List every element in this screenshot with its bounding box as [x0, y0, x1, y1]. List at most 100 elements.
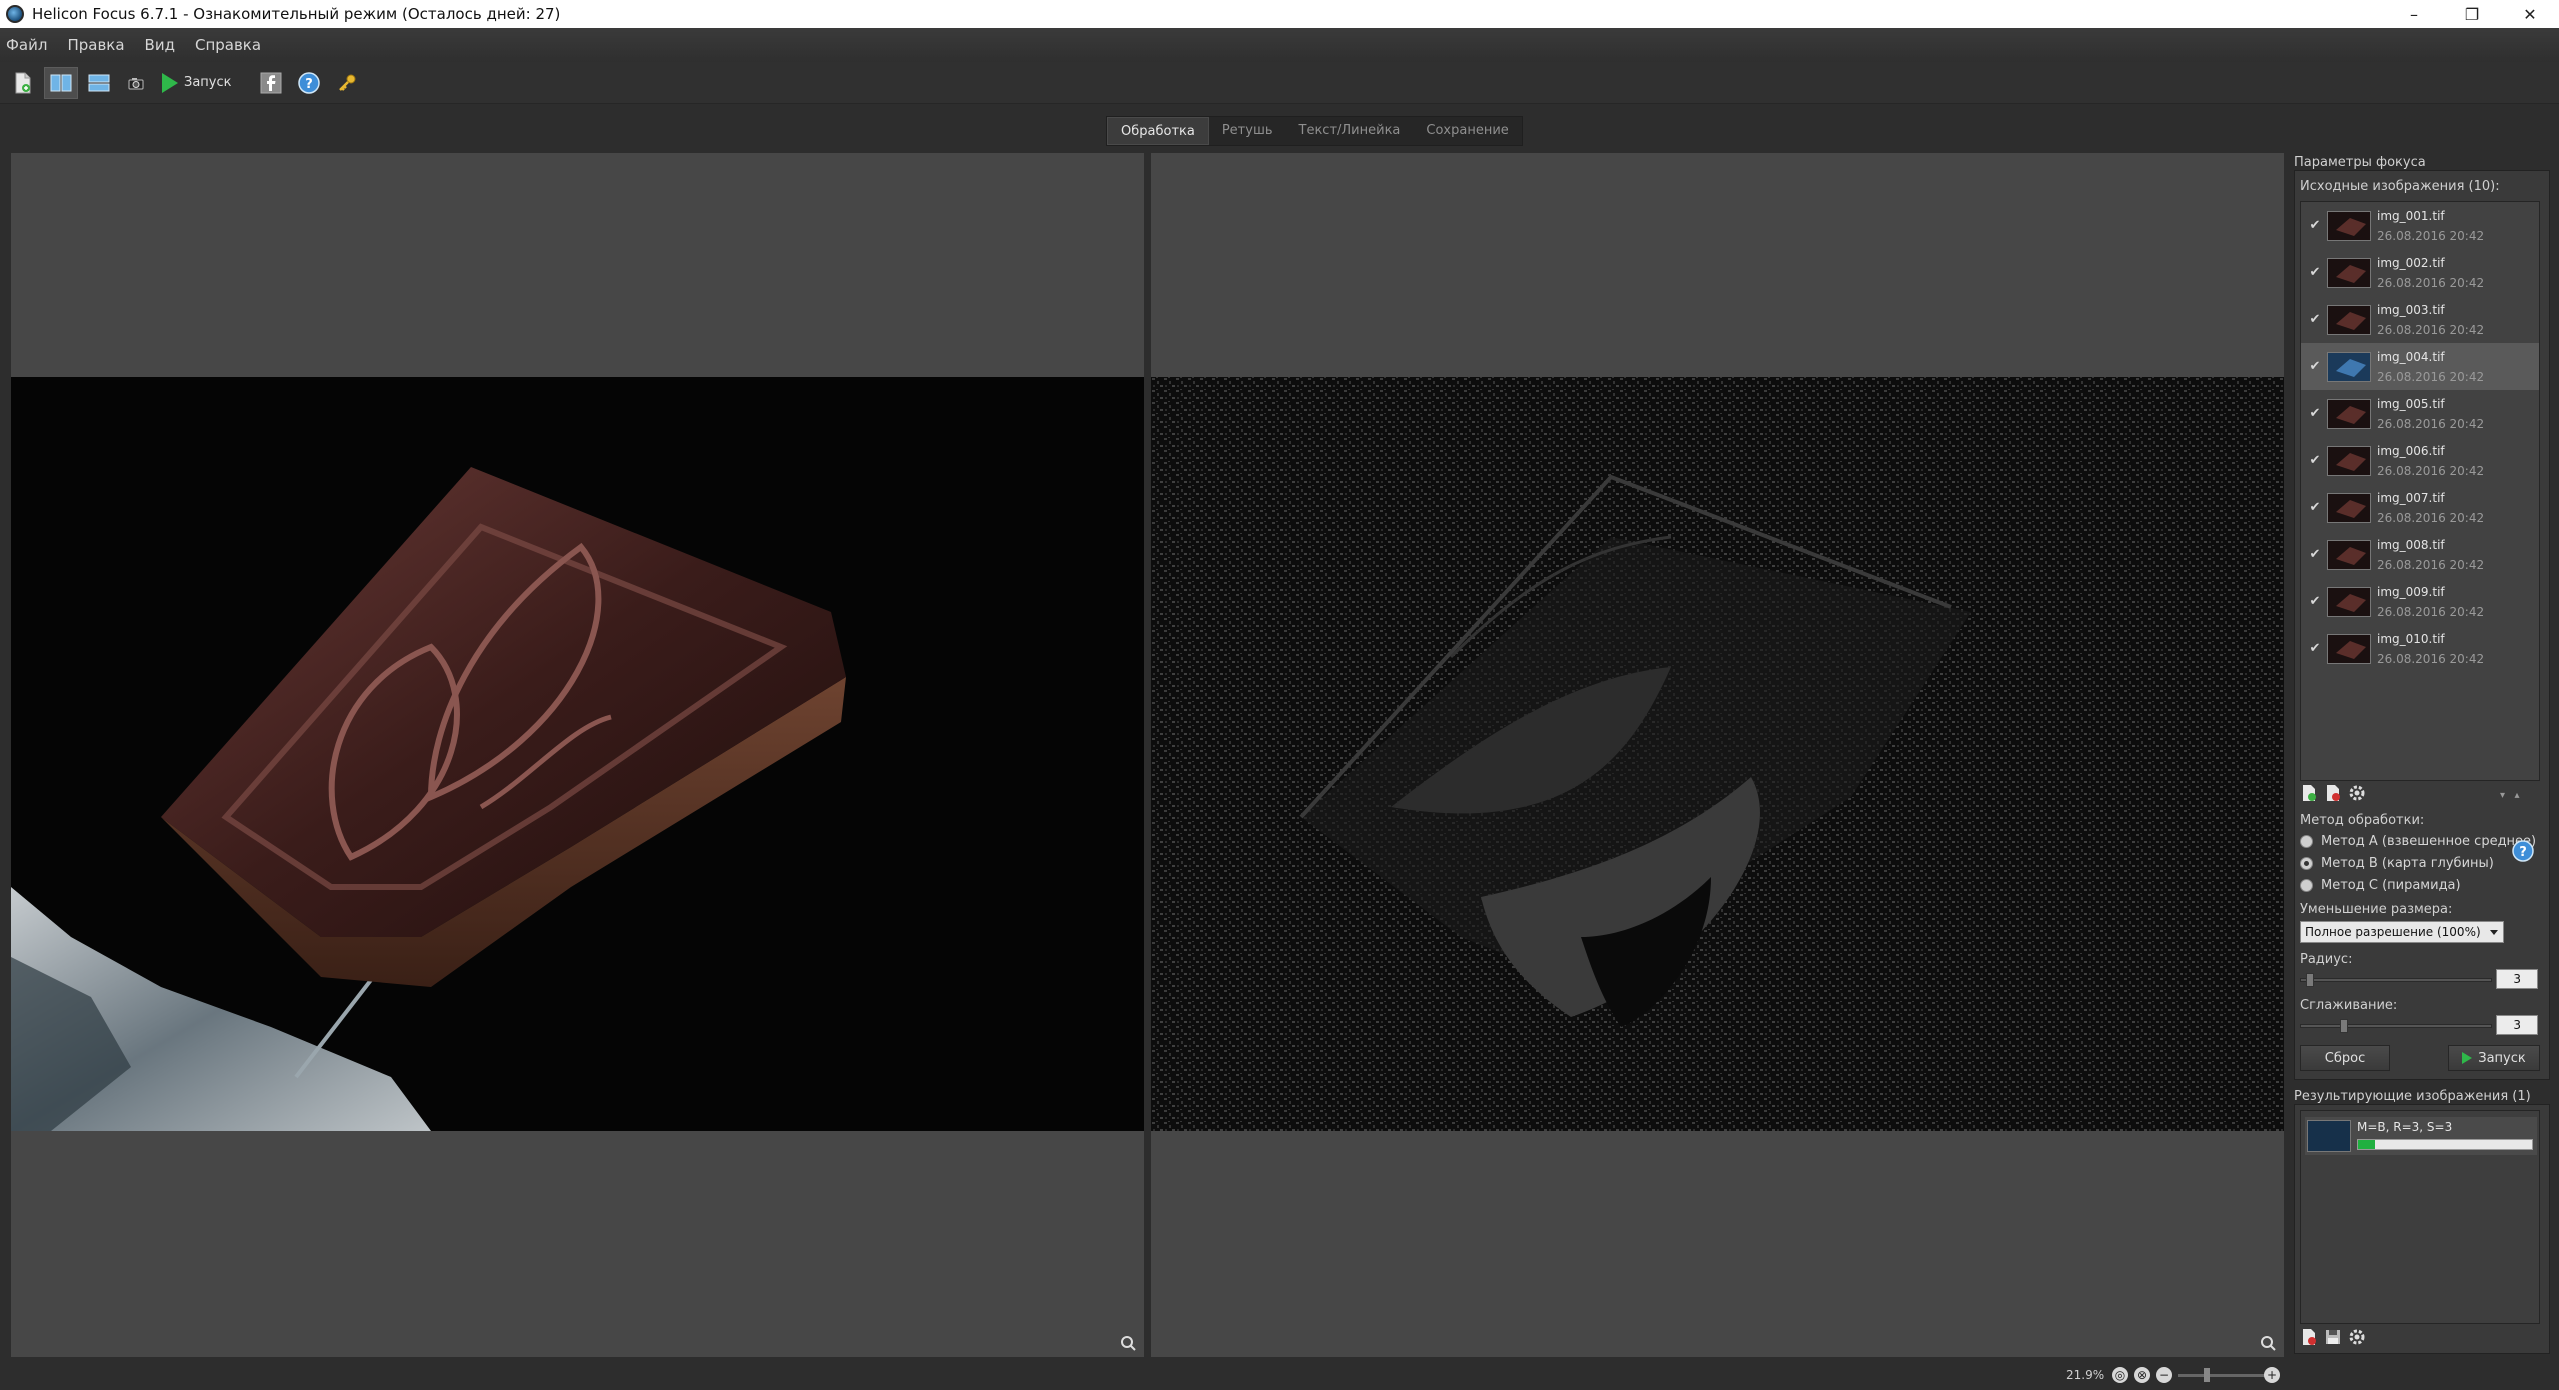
maximize-button[interactable]: ❐	[2443, 0, 2501, 28]
toolbar: Запуск ?	[0, 62, 2559, 104]
smoothing-spinbox[interactable]: 3	[2496, 1015, 2538, 1035]
zoom-in-icon[interactable]: +	[2264, 1367, 2280, 1383]
save-icon[interactable]	[2324, 1328, 2342, 1346]
file-checkbox[interactable]: ✔	[2305, 641, 2325, 656]
result-list[interactable]: M=B, R=3, S=3	[2300, 1110, 2540, 1324]
file-list-item[interactable]: ✔ img_005.tif 26.08.2016 20:42	[2301, 390, 2539, 437]
file-checkbox[interactable]: ✔	[2305, 547, 2325, 562]
file-list-item[interactable]: ✔ img_001.tif 26.08.2016 20:42	[2301, 202, 2539, 249]
chocolate-photo	[11, 377, 1144, 1131]
zoom-slider-thumb[interactable]	[2204, 1368, 2210, 1382]
radius-spinbox[interactable]: 3	[2496, 969, 2538, 989]
file-checkbox[interactable]: ✔	[2305, 406, 2325, 421]
menu-bar: Файл Правка Вид Справка	[0, 28, 2559, 62]
zoom-actual-icon[interactable]: ⊗	[2134, 1367, 2150, 1383]
smoothing-slider-track[interactable]	[2300, 1024, 2492, 1028]
method-b-radio[interactable]: Метод B (карта глубины)	[2300, 856, 2494, 871]
file-checkbox[interactable]: ✔	[2305, 218, 2325, 233]
new-file-button[interactable]	[6, 67, 40, 99]
resize-label: Уменьшение размера:	[2300, 902, 2453, 917]
zoom-out-icon[interactable]: −	[2156, 1367, 2172, 1383]
file-list-item[interactable]: ✔ img_007.tif 26.08.2016 20:42	[2301, 484, 2539, 531]
depth-map-pane[interactable]	[1151, 153, 2284, 1357]
method-a-radio[interactable]: Метод A (взвешенное среднее)	[2300, 834, 2536, 849]
settings-gear-icon[interactable]	[2348, 784, 2366, 802]
file-date: 26.08.2016 20:42	[2377, 651, 2485, 666]
file-checkbox[interactable]: ✔	[2305, 453, 2325, 468]
close-button[interactable]: ✕	[2501, 0, 2559, 28]
layout-stacked-button[interactable]	[82, 67, 116, 99]
file-list-item[interactable]: ✔ img_004.tif 26.08.2016 20:42	[2301, 343, 2539, 390]
method-c-radio[interactable]: Метод C (пирамида)	[2300, 878, 2461, 893]
title-bar: Helicon Focus 6.7.1 - Ознакомительный ре…	[0, 0, 2559, 28]
smoothing-label: Сглаживание:	[2300, 998, 2398, 1013]
zoom-slider-track[interactable]	[2178, 1374, 2268, 1377]
smoothing-slider-thumb[interactable]	[2340, 1019, 2348, 1033]
source-image-pane[interactable]	[11, 153, 1144, 1357]
help-icon: ?	[297, 71, 320, 94]
tab-save[interactable]: Сохранение	[1413, 117, 1521, 145]
play-icon	[2462, 1052, 2473, 1064]
radius-slider-track[interactable]	[2300, 978, 2492, 982]
file-list-item[interactable]: ✔ img_009.tif 26.08.2016 20:42	[2301, 578, 2539, 625]
menu-help[interactable]: Справка	[195, 36, 261, 54]
file-name: img_005.tif	[2377, 396, 2445, 411]
file-list-item[interactable]: ✔ img_010.tif 26.08.2016 20:42	[2301, 625, 2539, 672]
toolbar-run-button[interactable]: Запуск	[158, 67, 236, 99]
tab-processing[interactable]: Обработка	[1107, 117, 1209, 145]
file-name: img_002.tif	[2377, 255, 2445, 270]
resize-select[interactable]: Полное разрешение (100%)	[2300, 921, 2504, 943]
camera-button[interactable]	[120, 67, 154, 99]
svg-text:?: ?	[2519, 845, 2527, 860]
zoom-fit-icon[interactable]: ◎	[2112, 1367, 2128, 1383]
tab-retouch[interactable]: Ретушь	[1209, 117, 1286, 145]
file-list-item[interactable]: ✔ img_006.tif 26.08.2016 20:42	[2301, 437, 2539, 484]
file-name: img_009.tif	[2377, 584, 2445, 599]
file-checkbox[interactable]: ✔	[2305, 500, 2325, 515]
file-list-item[interactable]: ✔ img_003.tif 26.08.2016 20:42	[2301, 296, 2539, 343]
file-checkbox[interactable]: ✔	[2305, 265, 2325, 280]
zoom-icon[interactable]	[2260, 1335, 2276, 1351]
settings-gear-icon[interactable]	[2348, 1328, 2366, 1346]
menu-file[interactable]: Файл	[6, 36, 47, 54]
radius-value: 3	[2513, 972, 2521, 986]
add-file-icon[interactable]	[2300, 784, 2318, 802]
file-list-item[interactable]: ✔ img_008.tif 26.08.2016 20:42	[2301, 531, 2539, 578]
layout-side-by-side-button[interactable]	[44, 66, 78, 99]
menu-view[interactable]: Вид	[145, 36, 175, 54]
file-thumbnail	[2327, 304, 2371, 335]
new-result-icon[interactable]	[2300, 1328, 2318, 1346]
file-checkbox[interactable]: ✔	[2305, 359, 2325, 374]
zoom-icon[interactable]	[1120, 1335, 1136, 1351]
run-button[interactable]: Запуск	[2448, 1045, 2540, 1071]
depth-map-image[interactable]	[1151, 377, 2284, 1131]
help-button[interactable]: ?	[292, 67, 326, 99]
menu-edit[interactable]: Правка	[67, 36, 124, 54]
chevron-down-icon	[2490, 930, 2498, 935]
source-file-list[interactable]: ✔ img_001.tif 26.08.2016 20:42 ✔ img_002.tif…	[2300, 201, 2540, 781]
file-thumbnail	[2327, 210, 2371, 241]
file-checkbox[interactable]: ✔	[2305, 312, 2325, 327]
result-progress-fill	[2358, 1140, 2376, 1149]
facebook-button[interactable]	[254, 67, 288, 99]
tab-text-ruler[interactable]: Текст/Линейка	[1286, 117, 1414, 145]
file-date: 26.08.2016 20:42	[2377, 275, 2485, 290]
result-item[interactable]: M=B, R=3, S=3	[2305, 1117, 2537, 1155]
file-checkbox[interactable]: ✔	[2305, 594, 2325, 609]
depth-map-visual	[1151, 377, 2284, 1131]
radius-slider-thumb[interactable]	[2306, 973, 2314, 987]
method-help-icon[interactable]: ?	[2512, 840, 2534, 862]
file-list-item[interactable]: ✔ img_002.tif 26.08.2016 20:42	[2301, 249, 2539, 296]
list-scroll-controls[interactable]: ▾ ▴	[2500, 790, 2520, 801]
results-label: Результирующие изображения (1)	[2294, 1089, 2531, 1104]
method-label: Метод обработки:	[2300, 813, 2425, 828]
source-image[interactable]	[11, 377, 1144, 1131]
reset-button[interactable]: Сброс	[2300, 1045, 2390, 1071]
remove-file-icon[interactable]	[2324, 784, 2342, 802]
file-date: 26.08.2016 20:42	[2377, 463, 2485, 478]
minimize-button[interactable]: –	[2385, 0, 2443, 28]
key-button[interactable]	[330, 67, 364, 99]
file-thumbnail	[2327, 539, 2371, 570]
result-list-actions	[2300, 1328, 2372, 1346]
file-date: 26.08.2016 20:42	[2377, 228, 2485, 243]
